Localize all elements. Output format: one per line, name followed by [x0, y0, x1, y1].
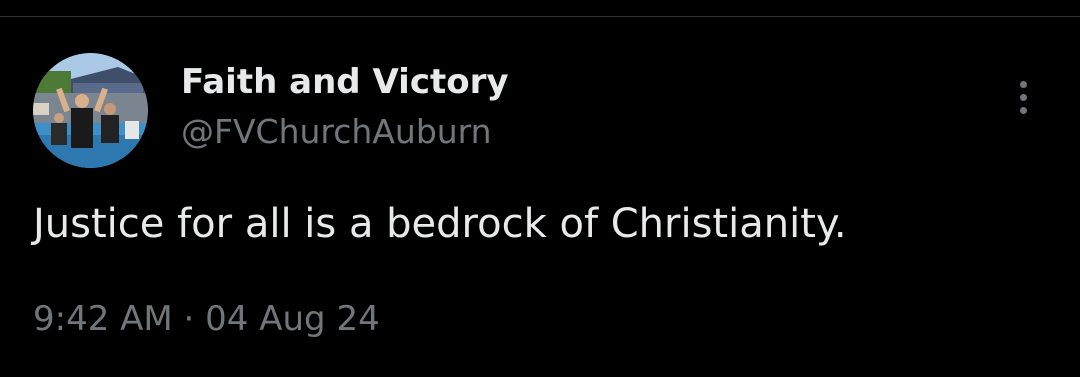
more-options-button[interactable] — [1004, 75, 1044, 119]
more-options-icon-dot — [1020, 81, 1027, 88]
tweet-text: Justice for all is a bedrock of Christia… — [33, 201, 847, 247]
tweet[interactable]: Faith and Victory @FVChurchAuburn Justic… — [0, 17, 1080, 377]
avatar-photo-icon — [33, 53, 148, 168]
author-handle[interactable]: @FVChurchAuburn — [181, 112, 492, 152]
more-options-icon-dot — [1020, 107, 1027, 114]
tweet-timestamp[interactable]: 9:42 AM · 04 Aug 24 — [33, 298, 380, 340]
more-options-icon-dot — [1020, 94, 1027, 101]
author-display-name[interactable]: Faith and Victory — [181, 62, 509, 102]
avatar[interactable] — [33, 53, 148, 168]
